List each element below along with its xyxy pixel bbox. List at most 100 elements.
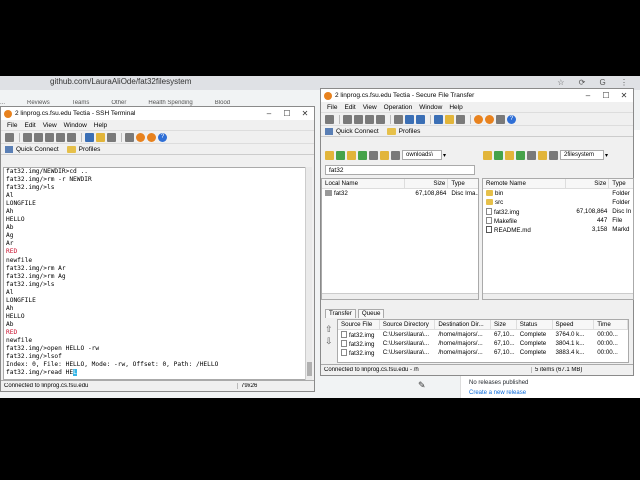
profiles-button[interactable]: Profiles [386, 127, 420, 135]
menu-item-window[interactable]: Window [64, 122, 87, 129]
col-transfer-size[interactable]: Size [491, 320, 517, 330]
paste-icon[interactable] [56, 132, 65, 142]
properties-icon[interactable] [380, 150, 389, 160]
folder-up-icon[interactable] [483, 150, 492, 160]
create-release-link[interactable]: Create a new release [469, 390, 526, 396]
home-icon[interactable] [494, 150, 503, 160]
list-item[interactable]: fat32 67,108,864 Disc Ima... [322, 189, 478, 198]
col-transfer-time[interactable]: Time [594, 320, 628, 330]
maximize-button[interactable]: ☐ [278, 109, 296, 118]
local-folder-dropdown[interactable]: ownloads\ [402, 150, 442, 160]
save-icon[interactable] [325, 114, 334, 124]
options-icon[interactable] [485, 114, 494, 124]
list-icon[interactable] [416, 114, 425, 124]
home-icon[interactable] [336, 150, 345, 160]
tab-transfer[interactable]: Transfer [325, 309, 356, 318]
save-icon[interactable] [5, 132, 14, 142]
config-icon[interactable] [474, 114, 483, 124]
menu-item-view[interactable]: View [363, 104, 377, 111]
table-row[interactable]: fat32.img C:\Users\laura\... /home/majors/… [338, 348, 628, 357]
stop-icon[interactable] [527, 150, 536, 160]
remote-file-list[interactable]: Remote Name Size Type bin Folder src Folder… [482, 178, 634, 300]
keys-icon[interactable] [107, 132, 116, 142]
col-remote-type[interactable]: Type [609, 179, 633, 189]
help-icon[interactable]: ? [158, 132, 167, 142]
close-button[interactable]: ✕ [615, 91, 633, 100]
config-icon[interactable] [136, 132, 145, 142]
terminal-output[interactable]: fat32.img/NEWDIR>cd .. fat32.img/>rm -r N… [3, 167, 307, 380]
settings-icon[interactable] [125, 132, 134, 142]
delete-icon[interactable] [394, 114, 403, 124]
minimize-button[interactable]: – [579, 91, 597, 100]
options-icon[interactable] [147, 132, 156, 142]
list-item[interactable]: src Folder [483, 198, 633, 207]
menu-item-window[interactable]: Window [419, 104, 442, 111]
new-terminal-icon[interactable] [434, 114, 443, 124]
properties-icon[interactable] [538, 150, 547, 160]
print-icon[interactable] [343, 114, 352, 124]
new-folder-icon[interactable] [347, 150, 356, 160]
settings-icon[interactable] [496, 114, 505, 124]
chevron-down-icon[interactable]: ▾ [605, 152, 608, 159]
menu-item-help[interactable]: Help [449, 104, 462, 111]
col-transfer-dst[interactable]: Destination Dir... [435, 320, 491, 330]
chevron-down-icon[interactable]: ▾ [443, 152, 446, 159]
copy-icon[interactable] [45, 132, 54, 142]
refresh-icon[interactable] [358, 150, 367, 160]
col-transfer-status[interactable]: Status [517, 320, 553, 330]
menu-item-operation[interactable]: Operation [384, 104, 413, 111]
delete-local-icon[interactable] [391, 150, 400, 160]
find-icon[interactable] [354, 114, 363, 124]
list-item[interactable]: README.md 3,158 Markd [483, 225, 633, 234]
terminal-scrollbar[interactable] [305, 167, 312, 380]
stop-icon[interactable] [369, 150, 378, 160]
local-file-list[interactable]: Local Name Size Type fat32 67,108,864 Di… [321, 178, 479, 300]
col-local-type[interactable]: Type [448, 179, 478, 189]
menu-item-file[interactable]: File [7, 122, 17, 129]
new-folder-icon[interactable] [505, 150, 514, 160]
table-row[interactable]: fat32.img C:\Users\laura\... /home/majors/… [338, 339, 628, 348]
minimize-button[interactable]: – [260, 109, 278, 118]
remote-hscrollbar[interactable] [483, 293, 633, 299]
local-path-input[interactable]: fat32 [325, 165, 475, 175]
transfer-list[interactable]: Source File Source Directory Destination D… [337, 319, 629, 363]
paste-icon[interactable] [376, 114, 385, 124]
terminal-prompt-line[interactable]: fat32.img/>read HEL [6, 369, 306, 377]
tab-queue[interactable]: Queue [357, 309, 385, 318]
new-file-transfer-icon[interactable] [445, 114, 454, 124]
quick-connect-button[interactable]: Quick Connect [5, 145, 59, 153]
ssh-titlebar[interactable]: 2 linprog.cs.fsu.edu Tectia - SSH Termin… [1, 107, 314, 120]
find-icon[interactable] [34, 132, 43, 142]
browser-url[interactable]: github.com/LauraAliOde/fat32filesystem [50, 77, 191, 86]
help-icon[interactable]: ? [507, 114, 516, 124]
col-transfer-file[interactable]: Source File [338, 320, 380, 330]
refresh-icon[interactable] [516, 150, 525, 160]
search-icon[interactable] [67, 132, 76, 142]
view-icon[interactable] [405, 114, 414, 124]
col-remote-name[interactable]: Remote Name [483, 179, 566, 189]
menu-item-help[interactable]: Help [94, 122, 107, 129]
col-transfer-speed[interactable]: Speed [553, 320, 595, 330]
scrollbar-thumb[interactable] [307, 362, 312, 376]
profiles-button[interactable]: Profiles [66, 145, 100, 153]
col-local-size[interactable]: Size [405, 179, 449, 189]
maximize-button[interactable]: ☐ [597, 91, 615, 100]
new-terminal-icon[interactable] [85, 132, 94, 142]
folder-up-icon[interactable] [325, 150, 334, 160]
col-local-name[interactable]: Local Name [322, 179, 405, 189]
new-file-transfer-icon[interactable] [96, 132, 105, 142]
quick-connect-button[interactable]: Quick Connect [325, 127, 379, 135]
menu-item-edit[interactable]: Edit [24, 122, 35, 129]
sftp-titlebar[interactable]: 2 linprog.cs.fsu.edu Tectia - Secure Fil… [321, 89, 633, 102]
remote-folder-dropdown[interactable]: 2filesystem [560, 150, 604, 160]
local-hscrollbar[interactable] [322, 293, 478, 299]
list-item[interactable]: Makefile 447 File [483, 216, 633, 225]
col-remote-size[interactable]: Size [566, 179, 610, 189]
delete-remote-icon[interactable] [549, 150, 558, 160]
print-icon[interactable] [23, 132, 32, 142]
list-item[interactable]: fat32.img 67,108,864 Disc In [483, 207, 633, 216]
table-row[interactable]: fat32.img C:\Users\laura\... /home/majors/… [338, 330, 628, 339]
menu-item-edit[interactable]: Edit [344, 104, 355, 111]
copy-icon[interactable] [365, 114, 374, 124]
list-item[interactable]: bin Folder [483, 189, 633, 198]
